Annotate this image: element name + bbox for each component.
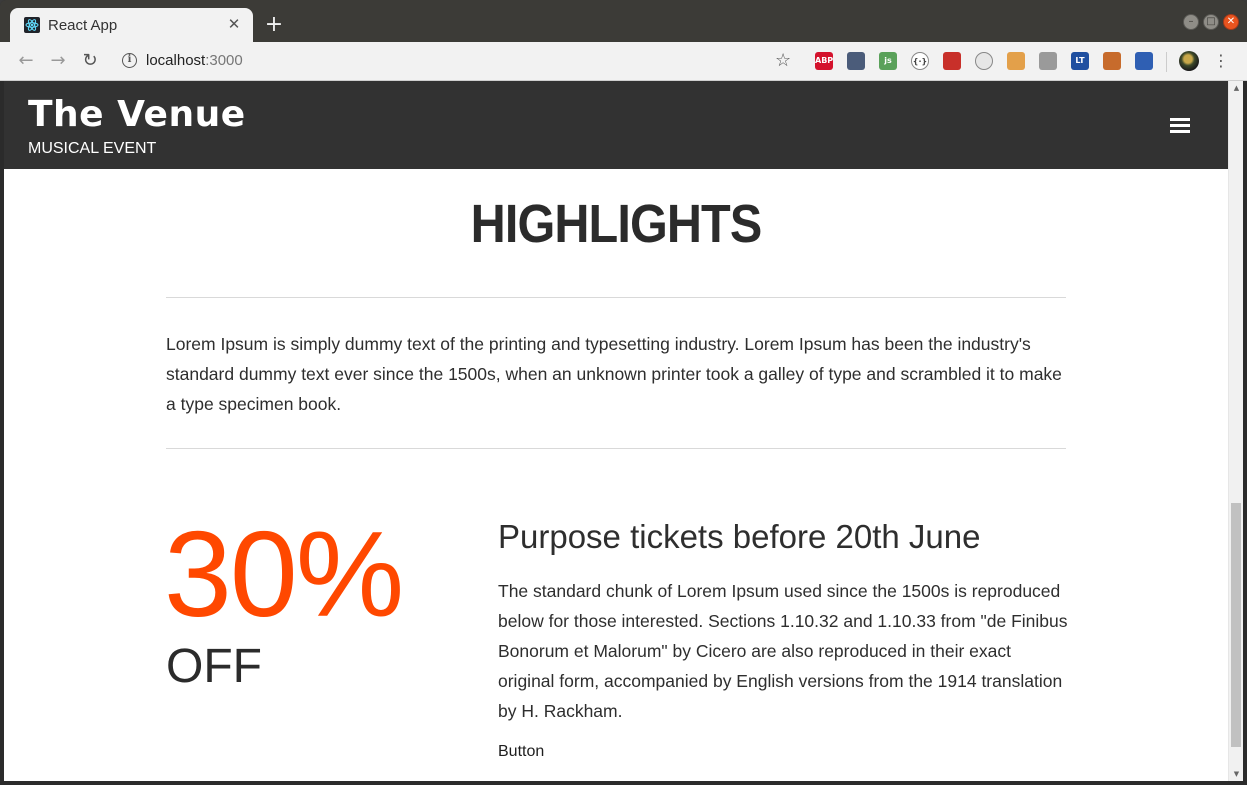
browser-menu-icon[interactable]: ⋮ [1213,50,1229,72]
highlights-title: HIGHLIGHTS [470,194,763,254]
tab-close-button[interactable]: ✕ [225,15,243,33]
tab-title: React App [48,17,118,34]
close-icon: ✕ [1226,16,1236,27]
promo-button[interactable]: Button [498,743,544,761]
url-host: localhost [146,52,206,69]
page-scrollbar[interactable]: ▲ ▼ [1228,81,1243,781]
bookmark-star-icon[interactable]: ☆ [775,50,791,71]
devtools-icon[interactable] [943,52,961,70]
js-toggle-icon[interactable]: js [879,52,897,70]
tab-strip: React App ✕ + – □ ✕ [0,0,1247,42]
browser-toolbar: ← → ↻ i localhost:3000 ☆ ABP js {·} LT ⋮ [0,42,1247,81]
url-port: :3000 [205,52,243,69]
forward-button[interactable]: → [47,50,69,72]
colorzilla-icon[interactable] [847,52,865,70]
arrow-right-icon: → [50,50,66,71]
reload-icon: ↻ [82,50,98,71]
languagetool-icon[interactable]: LT [1071,52,1089,70]
window-close-button[interactable]: ✕ [1223,14,1239,30]
scroll-up-icon[interactable]: ▲ [1229,81,1244,95]
maximize-button[interactable]: □ [1203,14,1219,30]
promo-text: The standard chunk of Lorem Ipsum used s… [498,581,1068,721]
reload-button[interactable]: ↻ [79,50,101,72]
site-header: The Venue MUSICAL EVENT [4,81,1228,169]
profile-avatar[interactable] [1179,51,1199,71]
maximize-icon: □ [1206,16,1216,27]
address-bar[interactable]: localhost:3000 [146,52,243,69]
highlights-intro: Lorem Ipsum is simply dummy text of the … [166,334,1062,414]
minimize-button[interactable]: – [1183,14,1199,30]
monkey-icon[interactable] [1103,52,1121,70]
hamburger-menu-icon[interactable] [1170,118,1190,133]
timer-icon[interactable] [975,52,993,70]
arrow-left-icon: ← [18,50,34,71]
divider-bottom [166,448,1066,449]
browser-window: React App ✕ + – □ ✕ ← → ↻ i localhost:30… [0,0,1247,785]
site-info-icon[interactable]: i [122,53,137,68]
window-controls: – □ ✕ [1183,14,1239,30]
site-brand-subtitle: MUSICAL EVENT [28,140,157,157]
code-icon[interactable]: {·} [911,52,929,70]
page-viewport: The Venue MUSICAL EVENT HIGHLIGHTS Lorem… [4,81,1228,781]
discount-percent: 30% [164,506,404,642]
minimize-icon: – [1188,16,1194,27]
cookie-icon[interactable] [1007,52,1025,70]
back-button[interactable]: ← [15,50,37,72]
site-brand[interactable]: The Venue [28,94,246,135]
new-tab-button[interactable]: + [263,14,285,36]
links-icon[interactable] [1039,52,1057,70]
discount-off-label: OFF [166,640,262,693]
promo-title: Purpose tickets before 20th June [498,518,981,555]
divider-top [166,297,1066,298]
react-icon [24,17,40,33]
save-icon[interactable] [1135,52,1153,70]
scroll-thumb[interactable] [1231,503,1241,747]
adblock-plus-icon[interactable]: ABP [815,52,833,70]
tab-react-app[interactable]: React App ✕ [10,8,253,42]
toolbar-divider [1166,52,1167,72]
scroll-down-icon[interactable]: ▼ [1229,767,1244,781]
